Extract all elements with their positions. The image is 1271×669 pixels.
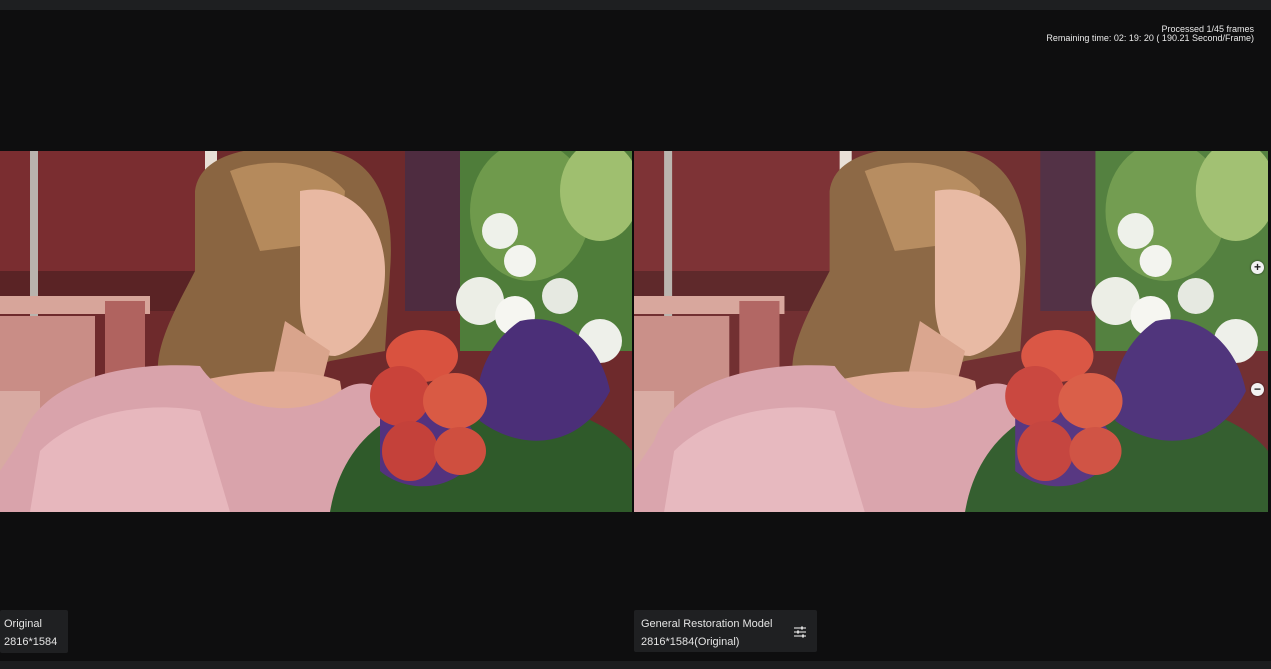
model-resolution: 2816*1584(Original) <box>641 636 740 648</box>
model-info-card: General Restoration Model 2816*1584(Orig… <box>634 610 817 652</box>
restored-preview-image <box>634 151 1268 512</box>
progress-info: Processed 1/45 frames Remaining time: 02… <box>1046 25 1254 43</box>
original-label: Original <box>4 618 42 630</box>
plus-icon: + <box>1253 260 1261 274</box>
zoom-in-button[interactable]: + <box>1251 261 1264 274</box>
zoom-out-button[interactable]: − <box>1251 383 1264 396</box>
original-resolution: 2816*1584 <box>4 636 58 648</box>
sliders-icon[interactable] <box>793 625 807 639</box>
minus-icon: − <box>1253 382 1261 396</box>
original-preview-image <box>0 151 632 512</box>
remaining-time-text: Remaining time: 02: 19: 20 ( 190.21 Seco… <box>1046 33 1254 43</box>
bottom-bar <box>0 661 1271 669</box>
original-info-card: Original 2816*1584 <box>0 610 68 653</box>
top-bar <box>0 0 1271 10</box>
original-preview-pane[interactable] <box>0 151 632 512</box>
video-enhancer-app: Processed 1/45 frames Remaining time: 02… <box>0 0 1271 669</box>
model-label: General Restoration Model <box>641 618 773 630</box>
restored-preview-pane[interactable] <box>634 151 1268 512</box>
